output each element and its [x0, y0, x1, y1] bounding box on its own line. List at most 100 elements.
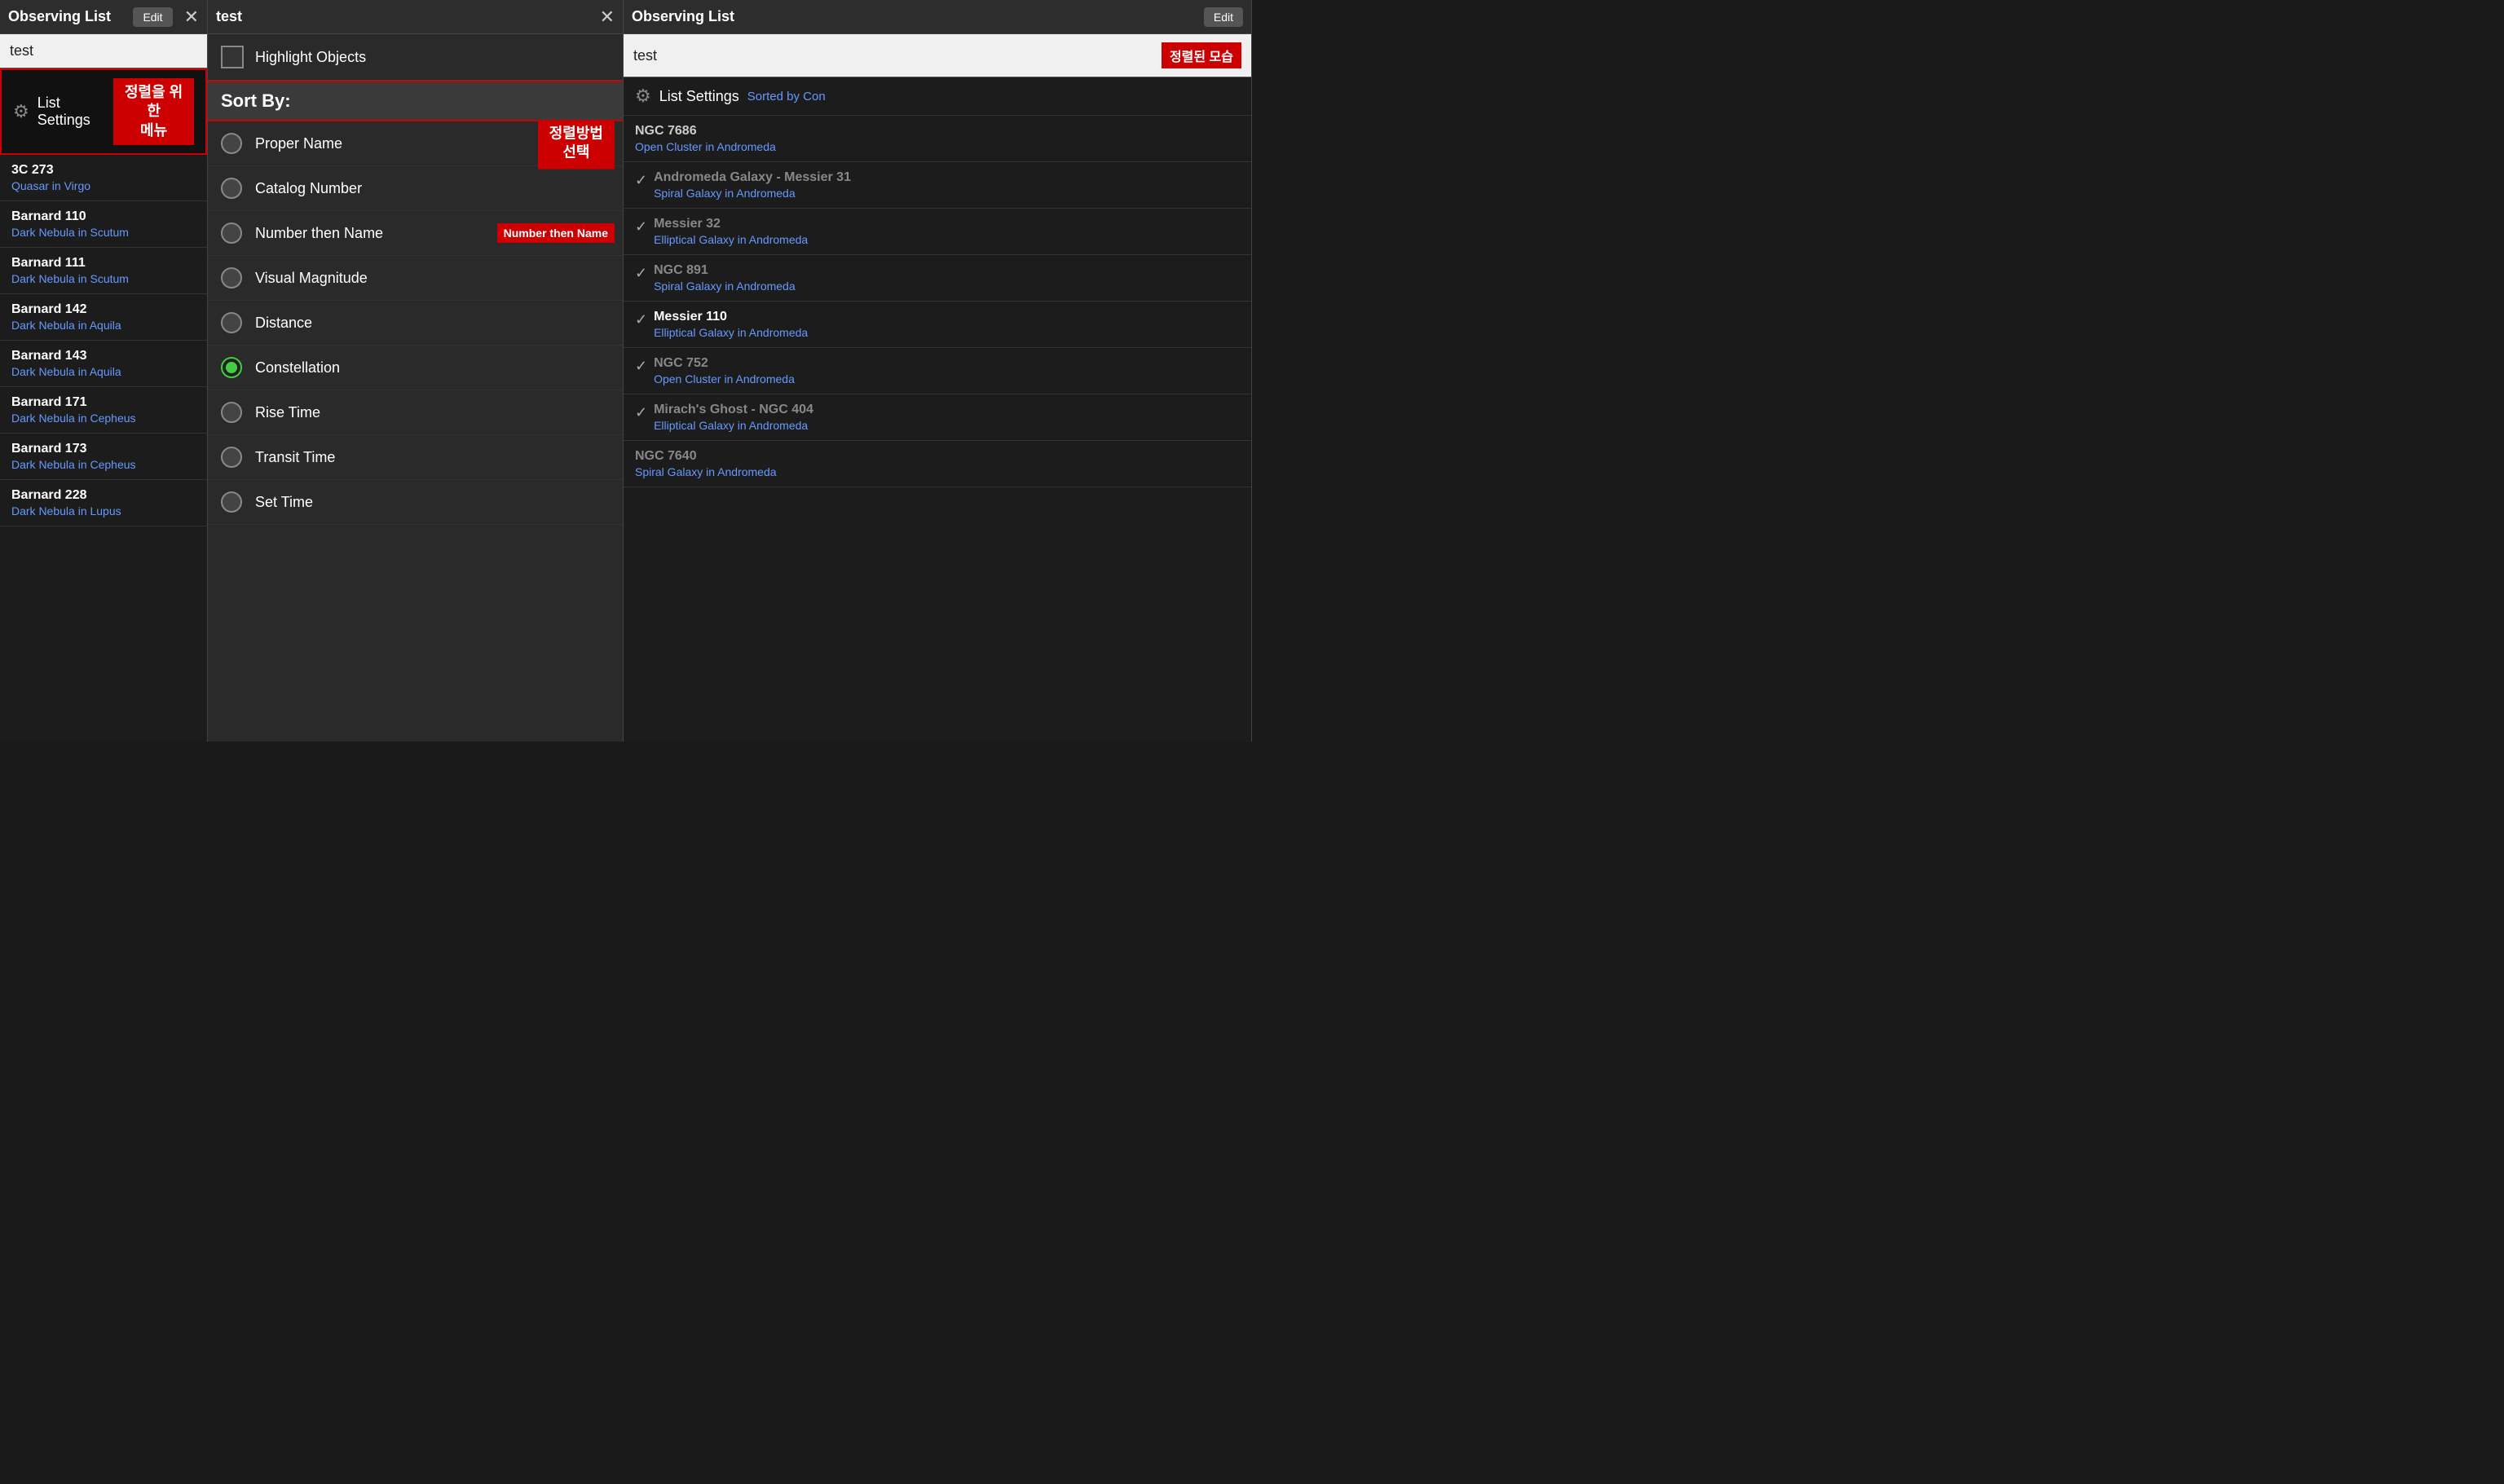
- highlight-label: Highlight Objects: [255, 49, 366, 66]
- object-desc: Dark Nebula in Scutum: [11, 226, 196, 239]
- list-item[interactable]: ✓ Mirach's Ghost - NGC 404 Elliptical Ga…: [624, 394, 1251, 441]
- sort-option-number-then-name[interactable]: Number then Name Number then Name: [208, 211, 623, 256]
- list-item[interactable]: NGC 7686 Open Cluster in Andromeda: [624, 116, 1251, 162]
- sorted-badge: 정렬된 모습: [1162, 42, 1241, 68]
- sort-option-distance[interactable]: Distance: [208, 301, 623, 346]
- radio-transit-time[interactable]: [221, 447, 242, 468]
- object-name: NGC 7686: [635, 124, 1240, 139]
- sort-by-header: Sort By:: [208, 81, 623, 121]
- list-item[interactable]: Barnard 171 Dark Nebula in Cepheus: [0, 387, 207, 434]
- list-item[interactable]: ✓ NGC 891 Spiral Galaxy in Andromeda: [624, 255, 1251, 302]
- right-object-content: NGC 7686 Open Cluster in Andromeda: [635, 124, 1240, 153]
- list-settings-row-left[interactable]: ⚙ List Settings 정렬을 위한메뉴: [0, 68, 207, 155]
- object-desc: Quasar in Virgo: [11, 179, 196, 192]
- object-name: NGC 7640: [635, 449, 1240, 464]
- sort-option-rise-time[interactable]: Rise Time: [208, 390, 623, 435]
- right-object-content: NGC 891 Spiral Galaxy in Andromeda: [654, 263, 1240, 293]
- sort-option-label-distance: Distance: [255, 315, 312, 332]
- right-object-content: Mirach's Ghost - NGC 404 Elliptical Gala…: [654, 403, 1240, 432]
- right-object-content: Messier 110 Elliptical Galaxy in Androme…: [654, 310, 1240, 339]
- object-desc: Spiral Galaxy in Andromeda: [654, 187, 1240, 200]
- radio-visual-magnitude[interactable]: [221, 267, 242, 288]
- object-name: Barnard 171: [11, 395, 196, 410]
- left-edit-button[interactable]: Edit: [133, 7, 172, 27]
- radio-set-time[interactable]: [221, 491, 242, 513]
- list-item[interactable]: Barnard 110 Dark Nebula in Scutum: [0, 201, 207, 248]
- list-item[interactable]: Barnard 228 Dark Nebula in Lupus: [0, 480, 207, 526]
- sort-option-proper-name[interactable]: Proper Name 정렬방법선택: [208, 121, 623, 166]
- object-desc: Dark Nebula in Lupus: [11, 504, 196, 517]
- object-name: 3C 273: [11, 163, 196, 178]
- highlight-row: Highlight Objects: [208, 34, 623, 81]
- list-item[interactable]: Barnard 173 Dark Nebula in Cepheus: [0, 434, 207, 480]
- object-name: Barnard 111: [11, 256, 196, 271]
- sort-option-constellation[interactable]: Constellation: [208, 346, 623, 390]
- left-close-button[interactable]: ✕: [184, 7, 199, 28]
- sort-option-label-transit-time: Transit Time: [255, 449, 335, 466]
- middle-close-button[interactable]: ✕: [600, 7, 615, 28]
- right-object-content: Andromeda Galaxy - Messier 31 Spiral Gal…: [654, 170, 1240, 200]
- object-desc: Open Cluster in Andromeda: [635, 140, 1240, 153]
- object-desc: Elliptical Galaxy in Andromeda: [654, 326, 1240, 339]
- list-item[interactable]: Barnard 143 Dark Nebula in Aquila: [0, 341, 207, 387]
- right-search-display[interactable]: test: [633, 47, 1153, 64]
- left-header: Observing List Edit ✕: [0, 0, 207, 34]
- sorted-con-label: Sorted by Con: [747, 90, 826, 103]
- radio-inner-constellation: [226, 362, 237, 373]
- sort-option-set-time[interactable]: Set Time: [208, 480, 623, 525]
- checkmark-icon: ✓: [635, 265, 647, 282]
- sort-option-label-number-then-name: Number then Name: [255, 225, 383, 242]
- checkmark-icon: ✓: [635, 218, 647, 236]
- right-object-list: NGC 7686 Open Cluster in Andromeda ✓ And…: [624, 116, 1251, 742]
- radio-constellation[interactable]: [221, 357, 242, 378]
- object-desc: Open Cluster in Andromeda: [654, 372, 1240, 385]
- list-item[interactable]: ✓ Andromeda Galaxy - Messier 31 Spiral G…: [624, 162, 1251, 209]
- sort-option-catalog-number[interactable]: Catalog Number: [208, 166, 623, 211]
- number-then-name-annotation: Number then Name: [497, 223, 615, 243]
- list-item[interactable]: Barnard 111 Dark Nebula in Scutum: [0, 248, 207, 294]
- right-object-content: NGC 752 Open Cluster in Andromeda: [654, 356, 1240, 385]
- object-desc: Dark Nebula in Cepheus: [11, 458, 196, 471]
- list-item[interactable]: ✓ NGC 752 Open Cluster in Andromeda: [624, 348, 1251, 394]
- left-object-list: 3C 273 Quasar in Virgo Barnard 110 Dark …: [0, 155, 207, 742]
- object-desc: Elliptical Galaxy in Andromeda: [654, 419, 1240, 432]
- sort-option-label-proper-name: Proper Name: [255, 135, 342, 152]
- right-panel: Observing List Edit test 정렬된 모습 ⚙ List S…: [624, 0, 1252, 742]
- sort-menu-annotation: 정렬을 위한메뉴: [113, 78, 194, 145]
- checkmark-icon: ✓: [635, 172, 647, 189]
- object-desc: Dark Nebula in Aquila: [11, 319, 196, 332]
- radio-distance[interactable]: [221, 312, 242, 333]
- object-desc: Spiral Galaxy in Andromeda: [635, 465, 1240, 478]
- sort-option-label-catalog-number: Catalog Number: [255, 180, 362, 197]
- object-name: Barnard 173: [11, 442, 196, 456]
- right-edit-button[interactable]: Edit: [1204, 7, 1243, 27]
- list-item[interactable]: NGC 7640 Spiral Galaxy in Andromeda: [624, 441, 1251, 487]
- radio-rise-time[interactable]: [221, 402, 242, 423]
- radio-catalog-number[interactable]: [221, 178, 242, 199]
- highlight-checkbox[interactable]: [221, 46, 244, 68]
- right-object-content: Messier 32 Elliptical Galaxy in Andromed…: [654, 217, 1240, 246]
- right-list-settings-row[interactable]: ⚙ List Settings Sorted by Con: [624, 77, 1251, 116]
- middle-header: test ✕: [208, 0, 623, 34]
- object-name: Mirach's Ghost - NGC 404: [654, 403, 1240, 417]
- checkmark-icon: ✓: [635, 311, 647, 328]
- sort-by-label: Sort By:: [221, 90, 291, 111]
- object-name: Messier 32: [654, 217, 1240, 231]
- object-name: Andromeda Galaxy - Messier 31: [654, 170, 1240, 185]
- list-item-messier110[interactable]: ✓ Messier 110 Elliptical Galaxy in Andro…: [624, 302, 1251, 348]
- sort-option-transit-time[interactable]: Transit Time: [208, 435, 623, 480]
- left-search-display[interactable]: test: [0, 34, 207, 68]
- list-item[interactable]: ✓ Messier 32 Elliptical Galaxy in Androm…: [624, 209, 1251, 255]
- right-header: Observing List Edit: [624, 0, 1251, 34]
- object-name: Barnard 143: [11, 349, 196, 363]
- object-name: Barnard 142: [11, 302, 196, 317]
- radio-proper-name[interactable]: [221, 133, 242, 154]
- list-item[interactable]: 3C 273 Quasar in Virgo: [0, 155, 207, 201]
- sort-option-visual-magnitude[interactable]: Visual Magnitude: [208, 256, 623, 301]
- list-item[interactable]: Barnard 142 Dark Nebula in Aquila: [0, 294, 207, 341]
- right-list-settings-label: List Settings: [659, 88, 739, 105]
- object-name: Messier 110: [654, 310, 1240, 324]
- checkmark-icon: ✓: [635, 404, 647, 421]
- radio-number-then-name[interactable]: [221, 222, 242, 244]
- sort-method-annotation: 정렬방법선택: [538, 121, 615, 169]
